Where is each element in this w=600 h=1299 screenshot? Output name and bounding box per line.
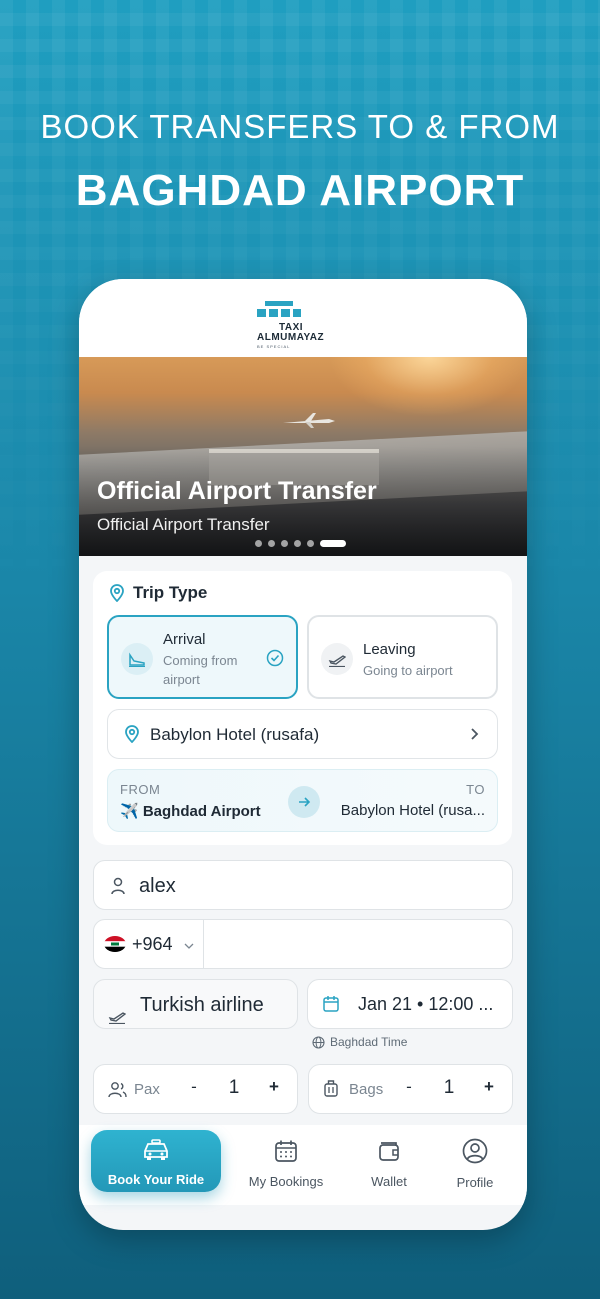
iraq-flag-icon [104,936,126,952]
nav-label: Book Your Ride [107,1172,205,1187]
datetime-value: Jan 21 • 12:00 ... [358,994,494,1014]
carousel-indicator[interactable] [255,540,346,547]
nav-label: Profile [456,1175,494,1190]
arrow-right-icon [288,786,320,818]
trip-option-subtitle: Coming from airport [163,653,238,687]
profile-icon [462,1138,488,1164]
country-code-value: +964 [132,934,173,954]
datetime-field[interactable]: Jan 21 • 12:00 ... [307,979,513,1029]
people-icon [108,1082,127,1098]
chevron-right-icon [471,728,479,740]
carousel-dot-active[interactable] [320,540,346,547]
carousel-dot[interactable] [307,540,314,547]
bags-increment-button[interactable]: + [479,1077,499,1097]
nav-item-my-bookings[interactable]: My Bookings [243,1125,329,1195]
hero-sun-glow [329,357,527,417]
phone-screen: TAXI ALMUMAYAZ BE SPECIAL Official Airpo… [79,279,527,1230]
logo-tagline: BE SPECIAL [257,344,291,349]
phone-input[interactable] [214,931,344,959]
phone-field[interactable]: +964 [93,919,513,969]
taxi-icon [144,1139,168,1160]
nav-item-book-your-ride[interactable]: Book Your Ride [91,1130,221,1192]
destination-selector[interactable]: Babylon Hotel (rusafa) [107,709,498,759]
trip-type-label: Trip Type [133,583,208,602]
luggage-icon [324,1080,338,1097]
trip-option-leaving[interactable]: Leaving Going to airport [307,615,498,699]
airline-field[interactable]: Turkish airline [93,979,298,1029]
nav-item-wallet[interactable]: Wallet [359,1125,419,1195]
route-from-value: ✈️ Baghdad Airport [120,803,261,820]
globe-icon [312,1035,325,1049]
timezone-note: Baghdad Time [312,1035,407,1049]
calendar-icon [323,996,339,1012]
wallet-icon [379,1142,399,1161]
country-code-selector[interactable]: +964 [94,920,204,968]
nav-item-profile[interactable]: Profile [445,1125,505,1195]
route-to-label: TO [466,782,485,797]
logo-text-name: ALMUMAYAZ [257,332,325,343]
calendar-icon [275,1140,297,1162]
promo-title: BAGHDAD AIRPORT [75,166,525,215]
chevron-down-icon [184,943,194,949]
carousel-dot[interactable] [281,540,288,547]
timezone-label: Baghdad Time [330,1035,408,1049]
promo-headline: BOOK TRANSFERS TO & FROM [40,108,560,145]
location-pin-icon [125,725,139,743]
airplane-image [283,413,335,428]
nav-label: Wallet [371,1174,407,1189]
hero-title: Official Airport Transfer [97,477,377,505]
name-field[interactable]: alex [93,860,513,910]
trip-option-subtitle: Going to airport [363,663,453,678]
pax-label: Pax [134,1081,160,1098]
name-input-value: alex [139,875,176,897]
route-summary: FROM ✈️ Baghdad Airport TO Babylon Hotel… [107,769,498,832]
hero-banner[interactable]: Official Airport Transfer Official Airpo… [79,357,527,556]
location-pin-icon [110,584,124,602]
hero-subtitle: Official Airport Transfer [97,515,270,534]
bags-stepper: Bags - 1 + [308,1064,513,1114]
plane-landing-icon [121,643,153,675]
bags-label: Bags [349,1081,384,1098]
airline-value: Turkish airline [140,994,264,1016]
trip-type-heading: Trip Type [109,583,207,603]
trip-option-arrival[interactable]: Arrival Coming from airport [107,615,298,699]
route-from-label: FROM [120,782,161,797]
trip-option-title: Arrival [163,631,206,648]
bags-value: 1 [443,1077,455,1098]
pax-increment-button[interactable]: + [264,1077,284,1097]
carousel-dot[interactable] [268,540,275,547]
user-icon [111,877,125,895]
pax-decrement-button[interactable]: - [184,1077,204,1097]
taxi-logo-icon [257,301,301,317]
carousel-dot[interactable] [255,540,262,547]
brand-logo: TAXI ALMUMAYAZ BE SPECIAL [257,301,352,351]
check-circle-icon [266,649,284,667]
pax-value: 1 [228,1077,240,1098]
bags-decrement-button[interactable]: - [399,1077,419,1097]
carousel-dot[interactable] [294,540,301,547]
trip-option-title: Leaving [363,641,416,658]
plane-takeoff-icon [108,1012,126,1024]
app-header: TAXI ALMUMAYAZ BE SPECIAL [79,279,527,357]
nav-label: My Bookings [248,1174,324,1189]
bottom-nav: Book Your Ride My Bookings Wallet Profil… [79,1125,527,1205]
destination-value: Babylon Hotel (rusafa) [150,725,320,744]
plane-takeoff-icon [321,643,353,675]
route-to-value: Babylon Hotel (rusa... [340,802,485,819]
pax-stepper: Pax - 1 + [93,1064,298,1114]
trip-card: Trip Type Arrival Coming from airport Le… [93,571,512,845]
